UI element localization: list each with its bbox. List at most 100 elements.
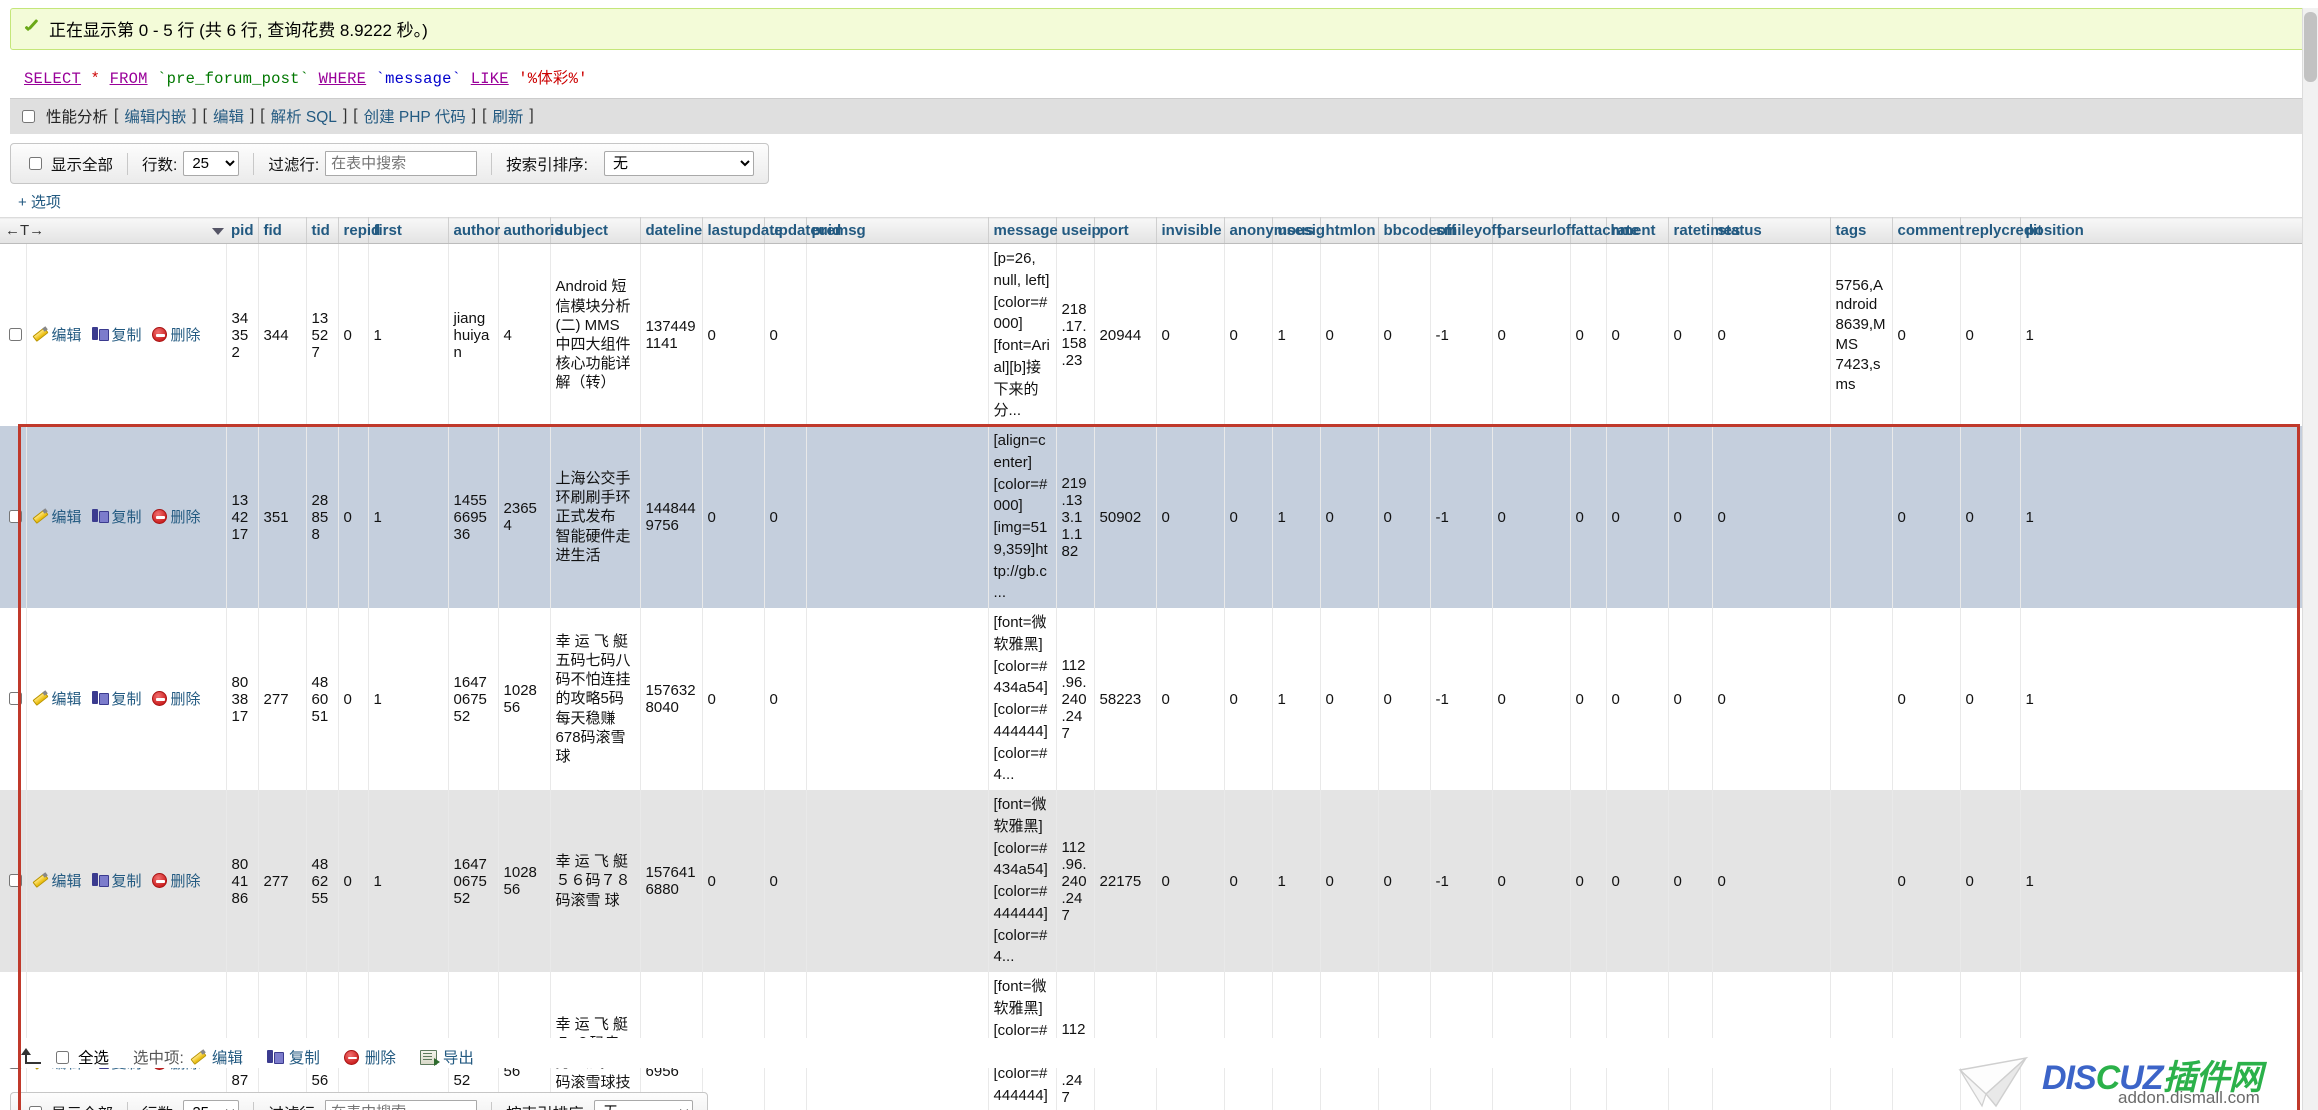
row-copy-action[interactable]: 复制	[91, 688, 142, 709]
th-smileyoff[interactable]: smileyoff	[1430, 217, 1501, 244]
sql-query-display[interactable]: SELECT * FROM `pre_forum_post` WHERE `me…	[10, 56, 2308, 98]
bottom-rows-per-page-select[interactable]: 2550100250500	[183, 1100, 240, 1110]
cell-updateuid[interactable]: 0	[764, 426, 807, 608]
th-tags[interactable]: tags	[1830, 217, 1893, 244]
bottom-delete-link[interactable]: 删除	[365, 1046, 396, 1068]
th-fid[interactable]: fid	[258, 217, 307, 244]
th-dateline[interactable]: dateline	[640, 217, 703, 244]
cell-premsg[interactable]	[806, 608, 989, 790]
vertical-scrollbar[interactable]	[2302, 8, 2318, 1110]
cell-status[interactable]: 0	[1712, 243, 1831, 426]
cell-pid[interactable]: 804186	[226, 790, 259, 972]
cell-htmlon[interactable]: 0	[1320, 243, 1379, 426]
cell-tid[interactable]: 13527	[306, 243, 339, 426]
cell-lastupdate[interactable]: 0	[702, 243, 765, 426]
link-edit[interactable]: 编辑	[213, 105, 244, 127]
cell-bbcodeoff[interactable]: 0	[1378, 426, 1431, 608]
th-invisible[interactable]: invisible	[1156, 217, 1225, 244]
cell-tags[interactable]: 5756,Android 8639,MMS 7423,sms	[1830, 243, 1893, 426]
cell-parseurloff[interactable]: 0	[1492, 426, 1571, 608]
cell-subject[interactable]: 幸 运 飞 艇五码七码八码不怕连挂的攻略5码每天稳赚678码滚雪球	[550, 608, 641, 790]
cell-premsg[interactable]	[806, 426, 989, 608]
row-select-cell[interactable]	[0, 426, 27, 608]
cell-smileyoff[interactable]: -1	[1430, 426, 1493, 608]
th-subject[interactable]: subject	[550, 217, 641, 244]
cell-updateuid[interactable]: 0	[764, 790, 807, 972]
row-checkbox[interactable]	[9, 510, 22, 523]
cell-bbcodeoff[interactable]: 0	[1378, 608, 1431, 790]
cell-subject[interactable]: 幸 运 飞 艇５６码７８码滚雪 球	[550, 790, 641, 972]
cell-author[interactable]: jianghuiyan	[448, 243, 499, 426]
row-copy-link[interactable]: 复制	[112, 506, 142, 527]
cell-fid[interactable]: 277	[258, 790, 307, 972]
row-delete-action[interactable]: 删除	[151, 506, 201, 527]
bottom-export-link[interactable]: 导出	[443, 1046, 474, 1068]
row-edit-action[interactable]: 编辑	[32, 324, 82, 345]
bottom-edit-action[interactable]: 编辑	[190, 1046, 243, 1068]
cell-ratetimes[interactable]: 0	[1668, 243, 1713, 426]
cell-author[interactable]: 1647067552	[448, 790, 499, 972]
cell-pid[interactable]: 134217	[226, 426, 259, 608]
cell-comment[interactable]: 0	[1892, 790, 1961, 972]
row-delete-link[interactable]: 删除	[171, 688, 201, 709]
cell-fid[interactable]: 344	[258, 243, 307, 426]
row-copy-action[interactable]: 复制	[91, 870, 142, 891]
cell-first[interactable]: 1	[368, 790, 449, 972]
cell-fid[interactable]: 277	[258, 608, 307, 790]
row-checkbox[interactable]	[9, 874, 22, 887]
cell-replycredit[interactable]: 0	[1960, 790, 2021, 972]
cell-parseurloff[interactable]: 0	[1492, 243, 1571, 426]
cell-fid[interactable]: 351	[258, 426, 307, 608]
cell-port[interactable]: 50902	[1094, 426, 1157, 608]
cell-lastupdate[interactable]: 0	[702, 608, 765, 790]
row-copy-link[interactable]: 复制	[112, 324, 142, 345]
cell-attachment[interactable]: 0	[1570, 790, 1607, 972]
cell-updateuid[interactable]: 0	[764, 243, 807, 426]
th-anonymous[interactable]: anonymous	[1224, 217, 1314, 244]
cell-premsg[interactable]	[806, 243, 989, 426]
bottom-copy-link[interactable]: 复制	[289, 1046, 320, 1068]
cell-replycredit[interactable]: 0	[1960, 608, 2021, 790]
cell-tid[interactable]: 486051	[306, 608, 339, 790]
scroll-to-top-icon[interactable]	[18, 1048, 42, 1066]
cell-useip[interactable]: 112.96.240.247	[1056, 608, 1095, 790]
bottom-export-action[interactable]: 导出	[419, 1046, 474, 1068]
cell-position[interactable]: 1	[2020, 608, 2318, 790]
table-row[interactable]: 编辑 复制 删除 134217 351 28858 0 1 1455669536 23654 上海公…	[0, 426, 2318, 608]
profiling-checkbox[interactable]	[22, 109, 35, 123]
cell-dateline[interactable]: 1576416880	[640, 790, 703, 972]
th-useip[interactable]: useip	[1056, 217, 1101, 244]
cell-position[interactable]: 1	[2020, 243, 2318, 426]
cell-authorid[interactable]: 102856	[498, 790, 551, 972]
bottom-sort-by-index-select[interactable]: 无PRIMARYtidauthorid	[593, 1100, 693, 1110]
cell-pid[interactable]: 803817	[226, 608, 259, 790]
cell-position[interactable]: 1	[2020, 426, 2318, 608]
cell-status[interactable]: 0	[1712, 790, 1831, 972]
cell-author[interactable]: 1647067552	[448, 608, 499, 790]
th-comment[interactable]: comment	[1892, 217, 1964, 244]
cell-anonymous[interactable]: 0	[1224, 243, 1273, 426]
cell-usesig[interactable]: 1	[1272, 426, 1321, 608]
row-copy-link[interactable]: 复制	[112, 688, 142, 709]
cell-rate[interactable]: 0	[1606, 243, 1669, 426]
row-delete-link[interactable]: 删除	[171, 324, 201, 345]
cell-subject[interactable]: Android 短信模块分析(二) MMS中四大组件核心功能详解（转）	[550, 243, 641, 426]
th-port[interactable]: port	[1094, 217, 1157, 244]
th-first[interactable]: first	[368, 217, 449, 244]
cell-pid[interactable]: 34352	[226, 243, 259, 426]
row-delete-action[interactable]: 删除	[151, 688, 201, 709]
cell-usesig[interactable]: 1	[1272, 243, 1321, 426]
cell-premsg[interactable]	[806, 790, 989, 972]
cell-parseurloff[interactable]: 0	[1492, 790, 1571, 972]
cell-lastupdate[interactable]: 0	[702, 426, 765, 608]
cell-invisible[interactable]: 0	[1156, 243, 1225, 426]
cell-comment[interactable]: 0	[1892, 426, 1961, 608]
cell-rate[interactable]: 0	[1606, 790, 1669, 972]
cell-port[interactable]: 20944	[1094, 243, 1157, 426]
row-copy-action[interactable]: 复制	[91, 506, 142, 527]
cell-useip[interactable]: 218.17.158.23	[1056, 243, 1095, 426]
cell-subject[interactable]: 上海公交手环刷刷手环正式发布 智能硬件走进生活	[550, 426, 641, 608]
options-toggle[interactable]: + 选项	[18, 191, 2308, 212]
link-refresh[interactable]: 刷新	[492, 105, 523, 127]
cell-message[interactable]: [align=center][color=#000][img=519,359]h…	[988, 426, 1057, 608]
